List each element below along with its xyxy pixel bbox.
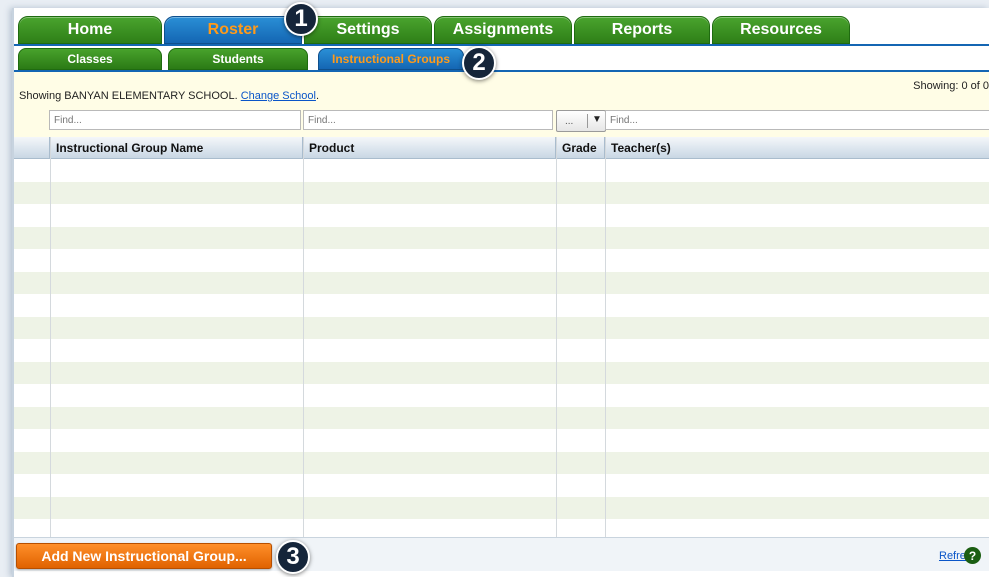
- column-header-product[interactable]: Product: [303, 137, 556, 159]
- row-select-header: [14, 137, 50, 159]
- empty-grid-row: [14, 496, 989, 519]
- empty-grid-row: [14, 226, 989, 249]
- empty-grid-row: [14, 451, 989, 474]
- footer-bar: Add New Instructional Group... Refresh ?: [14, 537, 989, 571]
- empty-grid-row: [14, 316, 989, 339]
- column-header-teachers[interactable]: Teacher(s): [605, 137, 989, 159]
- tab-settings[interactable]: Settings: [304, 16, 432, 44]
- empty-grid-row: [14, 294, 989, 317]
- callout-3-badge: 3: [276, 540, 310, 574]
- school-label: Showing BANYAN ELEMENTARY SCHOOL.: [19, 90, 241, 102]
- column-header-group-name[interactable]: Instructional Group Name: [50, 137, 303, 159]
- empty-grid-row: [14, 384, 989, 407]
- empty-grid-row: [14, 429, 989, 452]
- teacher-filter-input[interactable]: [605, 110, 989, 130]
- column-divider: [556, 137, 557, 537]
- empty-grid-row: [14, 406, 989, 429]
- callout-1-badge: 1: [284, 2, 318, 36]
- column-divider: [605, 137, 606, 537]
- dropdown-separator: [587, 114, 588, 128]
- tab-reports[interactable]: Reports: [574, 16, 710, 44]
- add-new-instructional-group-button[interactable]: Add New Instructional Group...: [16, 543, 272, 569]
- column-header-grade[interactable]: Grade: [556, 137, 605, 159]
- empty-grid-row: [14, 204, 989, 227]
- app-frame: Home Roster Settings Assignments Reports…: [12, 8, 989, 577]
- empty-grid-row: [14, 361, 989, 384]
- grid-header: Instructional Group Name Product Grade T…: [14, 137, 989, 159]
- grade-filter-dropdown[interactable]: ... ▼: [556, 110, 606, 132]
- tab-assignments[interactable]: Assignments: [434, 16, 572, 44]
- school-info: Showing BANYAN ELEMENTARY SCHOOL. Change…: [19, 90, 319, 102]
- info-bar: Showing BANYAN ELEMENTARY SCHOOL. Change…: [14, 72, 989, 107]
- product-filter-input[interactable]: [303, 110, 553, 130]
- grade-filter-value: ...: [565, 116, 574, 127]
- empty-grid-row: [14, 519, 989, 537]
- subtab-classes[interactable]: Classes: [18, 48, 162, 70]
- callout-2-badge: 2: [462, 46, 496, 80]
- subtab-students[interactable]: Students: [168, 48, 308, 70]
- sub-tab-bar: Classes Students Instructional Groups: [18, 48, 988, 72]
- column-divider: [303, 137, 304, 537]
- grid-body: [14, 159, 989, 537]
- help-icon[interactable]: ?: [964, 547, 981, 564]
- groups-grid: Instructional Group Name Product Grade T…: [14, 137, 989, 537]
- change-school-link[interactable]: Change School: [241, 90, 316, 102]
- main-tab-bar: Home Roster Settings Assignments Reports…: [18, 16, 988, 46]
- subtab-instructional-groups[interactable]: Instructional Groups: [318, 48, 464, 70]
- empty-grid-row: [14, 474, 989, 497]
- empty-grid-row: [14, 339, 989, 362]
- filter-row: ... ▼: [14, 107, 989, 137]
- empty-grid-row: [14, 271, 989, 294]
- empty-grid-row: [14, 159, 989, 182]
- tab-roster[interactable]: Roster: [164, 16, 302, 44]
- main-tab-divider: [14, 44, 989, 46]
- school-suffix: .: [315, 90, 320, 102]
- tab-resources[interactable]: Resources: [712, 16, 850, 44]
- tab-home[interactable]: Home: [18, 16, 162, 44]
- column-divider: [50, 137, 51, 537]
- empty-grid-row: [14, 249, 989, 272]
- empty-grid-row: [14, 181, 989, 204]
- group-name-filter-input[interactable]: [49, 110, 301, 130]
- showing-count: Showing: 0 of 0: [913, 80, 989, 92]
- chevron-down-icon: ▼: [592, 114, 602, 125]
